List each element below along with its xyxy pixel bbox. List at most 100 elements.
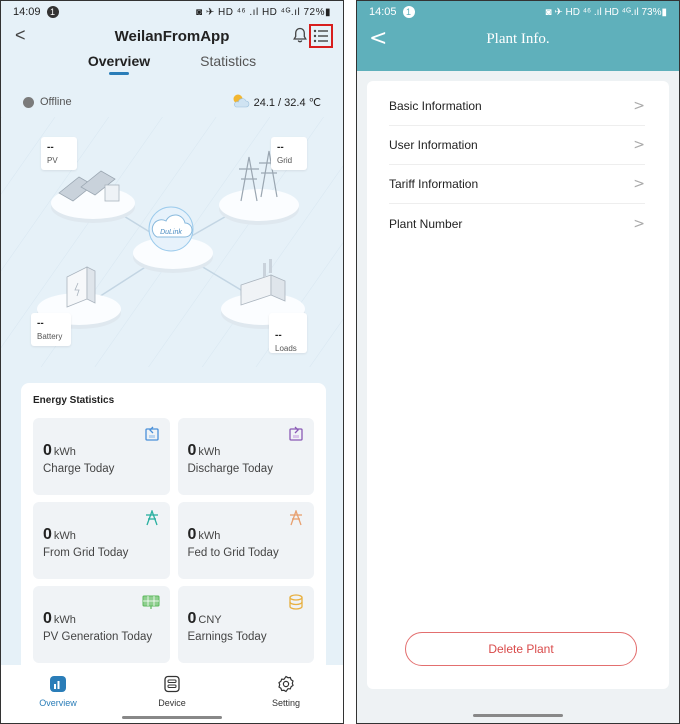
- page-title: Plant Info.: [486, 31, 550, 47]
- bottom-navigation: Overview Device Setting: [1, 665, 343, 723]
- earnings-unit: CNY: [198, 614, 222, 626]
- plant-info-list: Basic Information > User Information > T…: [367, 81, 669, 243]
- earnings-value: 0: [187, 610, 197, 627]
- offline-dot-icon: [23, 96, 34, 108]
- energy-tiles: 0 kWh Charge Today 0 kWh Discharge Today 0…: [33, 418, 314, 663]
- home-indicator[interactable]: [473, 714, 563, 717]
- loads-label: Loads: [275, 344, 297, 353]
- grid-tower-icon: [144, 509, 160, 531]
- list-item-label: User Information: [389, 138, 478, 152]
- battery-node: -- Battery: [31, 313, 71, 347]
- pv-generation-label: PV Generation Today: [43, 631, 153, 643]
- list-item-user-information[interactable]: User Information >: [389, 126, 645, 165]
- energy-statistics-title: Energy Statistics: [33, 395, 115, 406]
- from-grid-value: 0: [43, 526, 52, 543]
- from-grid-today-tile[interactable]: 0 kWh From Grid Today: [33, 502, 170, 579]
- pv-generation-unit: kWh: [53, 614, 76, 626]
- plant-info-header: 14:05 1 ◙ ✈ HD ⁴⁶ .ıl HD ⁴ᴳ.ıl 73%▮ < Pla…: [357, 1, 679, 71]
- app-header: < WeilanFromApp: [1, 23, 343, 49]
- gear-icon: [277, 675, 295, 695]
- back-icon[interactable]: <: [15, 25, 26, 46]
- charge-label: Charge Today: [43, 463, 115, 475]
- discharge-icon: [288, 426, 304, 447]
- energy-flow-diagram: DuLink -- PV -- Grid -- Battery -- Loads: [1, 117, 343, 367]
- pv-node: -- PV: [41, 137, 77, 171]
- nav-setting-label: Setting: [271, 698, 301, 708]
- list-item-tariff-information[interactable]: Tariff Information >: [389, 165, 645, 204]
- grid-node: -- Grid: [271, 137, 307, 171]
- status-icons: ◙ ✈ HD ⁴⁶ .ıl HD ⁴ᴳ.ıl 73%▮: [545, 6, 668, 18]
- list-item-label: Plant Number: [389, 216, 463, 231]
- notification-badge: 1: [46, 6, 59, 18]
- weather: 24.1 / 32.4 ℃: [230, 93, 321, 112]
- delete-plant-button[interactable]: Delete Plant: [405, 632, 637, 666]
- page-title: WeilanFromApp: [114, 27, 230, 45]
- loads-node: -- Loads: [269, 313, 307, 353]
- time: 14:05: [369, 6, 397, 18]
- list-menu-icon[interactable]: [309, 24, 333, 48]
- status-icons: ◙ ✈ HD ⁴⁶ .ıl HD ⁴ᴳ.ıl 72%▮: [196, 6, 331, 18]
- solar-panel-icon: [142, 594, 160, 615]
- grid-tower-icon: [288, 509, 304, 531]
- fed-to-grid-label: Fed to Grid Today: [187, 547, 279, 559]
- status-bar: 14:09 1 ◙ ✈ HD ⁴⁶ .ıl HD ⁴ᴳ.ıl 72%▮: [1, 1, 343, 23]
- energy-statistics-card: Energy Statistics 0 kWh Charge Today 0 kWh…: [21, 383, 326, 673]
- pv-value: --: [47, 142, 54, 153]
- list-item-label: Tariff Information: [389, 177, 479, 191]
- plant-info-body: Basic Information > User Information > T…: [357, 71, 679, 723]
- nav-setting[interactable]: Setting: [256, 675, 316, 708]
- earnings-today-tile[interactable]: 0 CNY Earnings Today: [177, 586, 314, 663]
- discharge-value: 0: [187, 442, 197, 459]
- nav-device[interactable]: Device: [142, 675, 202, 708]
- pv-generation-today-tile[interactable]: 0 kWh PV Generation Today: [33, 586, 170, 663]
- home-indicator[interactable]: [122, 716, 222, 719]
- chevron-right-icon: >: [633, 98, 645, 114]
- fed-to-grid-unit: kWh: [198, 530, 221, 542]
- temperature-range: 24.1 / 32.4 ℃: [253, 96, 321, 109]
- battery-label: Battery: [37, 332, 63, 341]
- chevron-right-icon: >: [633, 176, 645, 192]
- online-status: Offline: [23, 96, 72, 108]
- earnings-label: Earnings Today: [187, 631, 267, 643]
- partly-cloudy-icon: [230, 93, 250, 112]
- nav-overview[interactable]: Overview: [28, 675, 88, 708]
- battery-value: --: [37, 318, 44, 329]
- loads-value: --: [275, 330, 282, 341]
- overview-screen: 14:09 1 ◙ ✈ HD ⁴⁶ .ıl HD ⁴ᴳ.ıl 72%▮ < Wei…: [0, 0, 344, 724]
- tab-statistics[interactable]: Statistics: [200, 53, 256, 75]
- pv-label: PV: [47, 156, 58, 165]
- pv-generation-value: 0: [43, 610, 52, 627]
- notification-badge: 1: [402, 6, 415, 18]
- fed-to-grid-today-tile[interactable]: 0 kWh Fed to Grid Today: [177, 502, 314, 579]
- nav-device-label: Device: [158, 698, 186, 708]
- plant-status-row: Offline 24.1 / 32.4 ℃: [1, 87, 343, 117]
- discharge-today-tile[interactable]: 0 kWh Discharge Today: [177, 418, 314, 495]
- list-item-label: Basic Information: [389, 99, 482, 113]
- chevron-right-icon: >: [633, 215, 645, 232]
- hub-label: DuLink: [160, 229, 182, 236]
- charge-unit: kWh: [53, 446, 76, 458]
- discharge-unit: kWh: [198, 446, 221, 458]
- view-tabs: Overview Statistics: [1, 49, 343, 87]
- charge-value: 0: [43, 442, 52, 459]
- plant-info-screen: 14:05 1 ◙ ✈ HD ⁴⁶ .ıl HD ⁴ᴳ.ıl 73%▮ < Pla…: [356, 0, 680, 724]
- grid-value: --: [277, 142, 284, 153]
- device-icon: [163, 675, 181, 695]
- plant-info-card: Basic Information > User Information > T…: [367, 81, 669, 689]
- charge-today-tile[interactable]: 0 kWh Charge Today: [33, 418, 170, 495]
- fed-to-grid-value: 0: [187, 526, 197, 543]
- overview-icon: [49, 675, 67, 695]
- from-grid-unit: kWh: [53, 530, 76, 542]
- coins-icon: [288, 594, 304, 615]
- from-grid-label: From Grid Today: [43, 547, 129, 559]
- discharge-label: Discharge Today: [187, 463, 273, 475]
- nav-overview-label: Overview: [39, 698, 77, 708]
- chevron-right-icon: >: [633, 137, 645, 153]
- status-text: Offline: [40, 96, 72, 108]
- bell-icon[interactable]: [293, 27, 307, 48]
- status-bar: 14:05 1 ◙ ✈ HD ⁴⁶ .ıl HD ⁴ᴳ.ıl 73%▮: [357, 1, 679, 23]
- tab-overview[interactable]: Overview: [88, 53, 150, 75]
- list-item-plant-number[interactable]: Plant Number >: [389, 204, 645, 243]
- list-item-basic-information[interactable]: Basic Information >: [389, 87, 645, 126]
- charge-icon: [144, 426, 160, 447]
